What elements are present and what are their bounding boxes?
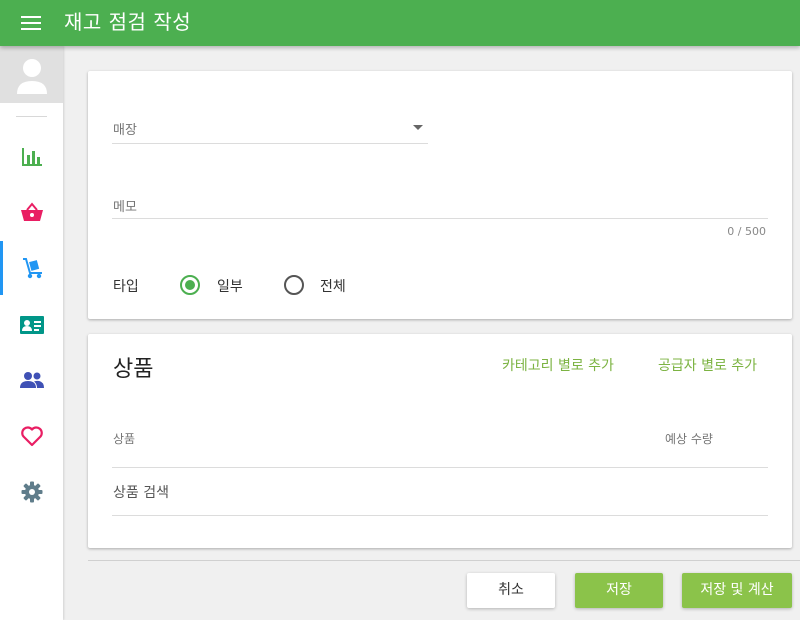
page-title: 재고 점검 작성 bbox=[64, 10, 192, 34]
sidebar-item-sales[interactable] bbox=[0, 185, 63, 239]
basket-icon bbox=[20, 202, 43, 221]
sidebar bbox=[0, 46, 63, 620]
people-icon bbox=[19, 372, 44, 388]
type-full-radio[interactable] bbox=[284, 275, 304, 295]
sidebar-item-statistics[interactable] bbox=[0, 130, 63, 184]
heart-icon bbox=[20, 426, 43, 447]
type-full-label[interactable]: 전체 bbox=[320, 276, 346, 296]
id-card-icon bbox=[19, 316, 44, 334]
column-header-expected-quantity: 예상 수량 bbox=[665, 432, 713, 446]
add-by-supplier-button[interactable]: 공급자 별로 추가 bbox=[658, 355, 757, 375]
sidebar-item-settings[interactable] bbox=[0, 465, 63, 519]
column-header-product: 상품 bbox=[113, 432, 136, 446]
actions-divider bbox=[88, 560, 800, 561]
inventory-check-form-card: 매장 메모 0 / 500 타입 일부 전체 bbox=[88, 71, 792, 319]
type-label: 타입 bbox=[113, 279, 139, 295]
memo-char-counter: 0 / 500 bbox=[727, 225, 766, 238]
avatar[interactable] bbox=[0, 46, 63, 103]
sidebar-item-customers[interactable] bbox=[0, 298, 63, 352]
type-partial-radio[interactable] bbox=[180, 275, 200, 295]
sidebar-item-favorites[interactable] bbox=[0, 409, 63, 463]
table-header-divider bbox=[112, 467, 768, 468]
add-by-category-button[interactable]: 카테고리 별로 추가 bbox=[502, 355, 614, 375]
hamburger-menu-icon[interactable] bbox=[21, 16, 41, 30]
sidebar-item-employees[interactable] bbox=[0, 353, 63, 407]
save-button[interactable]: 저장 bbox=[575, 573, 663, 608]
gear-icon bbox=[21, 481, 42, 503]
hand-truck-icon bbox=[23, 258, 42, 279]
memo-field[interactable] bbox=[112, 218, 768, 219]
memo-field-label: 메모 bbox=[113, 200, 137, 215]
save-and-calculate-button[interactable]: 저장 및 계산 bbox=[682, 573, 792, 608]
store-dropdown-arrow-icon[interactable] bbox=[413, 125, 423, 130]
sidebar-divider bbox=[16, 116, 47, 117]
top-app-bar: 재고 점검 작성 bbox=[0, 0, 800, 46]
cancel-button[interactable]: 취소 bbox=[467, 573, 555, 608]
store-select-label: 매장 bbox=[113, 123, 137, 138]
products-section-title: 상품 bbox=[113, 357, 154, 382]
product-search-input[interactable]: 상품 검색 bbox=[113, 482, 169, 502]
store-select[interactable] bbox=[112, 143, 428, 144]
bar-chart-icon bbox=[21, 148, 42, 166]
type-partial-label[interactable]: 일부 bbox=[217, 276, 243, 296]
sidebar-item-inventory[interactable] bbox=[0, 241, 63, 295]
products-card: 상품 카테고리 별로 추가 공급자 별로 추가 상품 예상 수량 상품 검색 bbox=[88, 334, 792, 548]
user-avatar-icon bbox=[17, 59, 47, 94]
product-search-underline bbox=[112, 515, 768, 516]
